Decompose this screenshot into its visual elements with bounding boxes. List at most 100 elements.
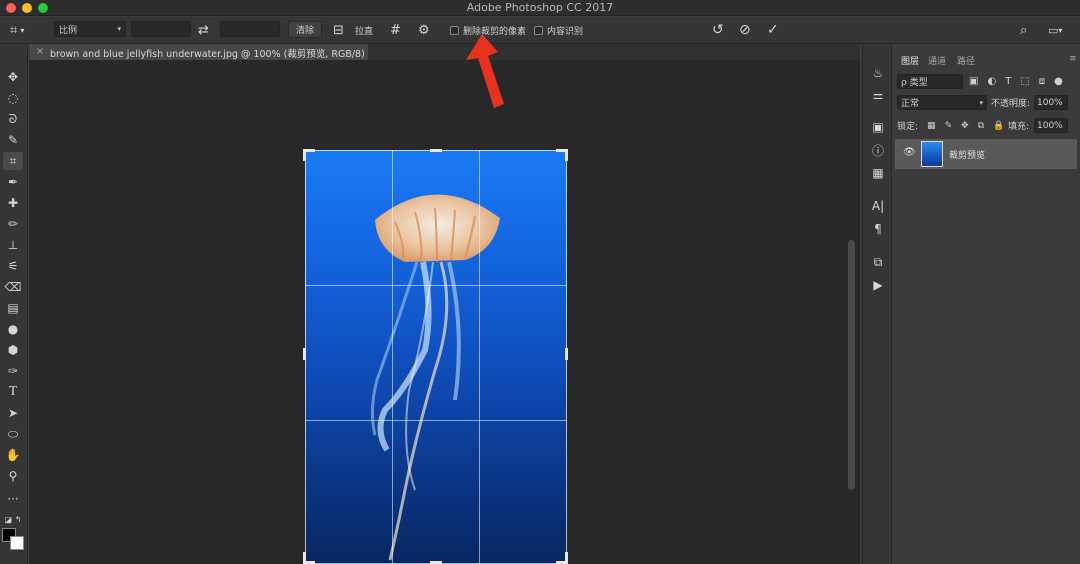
tab-paths[interactable]: 路径	[957, 54, 975, 67]
type-filter-icon[interactable]: T	[1005, 76, 1011, 87]
layer-row[interactable]: 👁 裁剪预览	[895, 139, 1077, 169]
panel-tabs: 图层 通道 路径 ≡	[893, 52, 1080, 68]
height-input[interactable]	[220, 21, 280, 37]
chevron-down-icon: ▾	[117, 25, 121, 33]
swap-colors-icon[interactable]: ◪ ↰	[3, 510, 23, 528]
eye-icon[interactable]: 👁	[903, 147, 916, 158]
layers-panel: 图层 通道 路径 ≡ ρ 类型 ▣ ◐ T ⬚ ⧈ ● 正常 ▾ 不透明度: 1…	[893, 44, 1080, 564]
crop-tool-icon[interactable]: ⌗	[3, 152, 23, 170]
adjustments-icon[interactable]: ⚌	[869, 86, 887, 104]
chevron-down-icon: ▾	[979, 98, 983, 107]
swap-icon[interactable]: ⇄	[198, 21, 209, 39]
options-bar: ⌗ ▾ 比例 ▾ ⇄ 清除 ⊟ 拉直 # ⚙ 删除裁剪的像素 内容识别 ↺ ⊘ ✓…	[0, 17, 1080, 44]
layer-name: 裁剪预览	[949, 151, 986, 161]
shape-filter-icon[interactable]: ⬚	[1020, 76, 1029, 87]
annotation-arrow-icon	[466, 34, 504, 108]
crop-tool-icon[interactable]: ⌗ ▾	[10, 21, 24, 39]
history-icon[interactable]: ⧉	[869, 253, 887, 271]
actions-play-icon[interactable]: ▶	[869, 276, 887, 294]
crop-frame[interactable]	[305, 150, 567, 564]
panel-menu-icon[interactable]: ≡	[1069, 54, 1077, 64]
straighten-icon[interactable]: ⊟	[333, 21, 344, 39]
ratio-dropdown[interactable]: 比例 ▾	[54, 21, 126, 37]
brush-tool-icon[interactable]: ✏	[3, 215, 23, 233]
lasso-tool-icon[interactable]: ᘐ	[3, 110, 23, 128]
quick-selection-tool-icon[interactable]: ✎	[3, 131, 23, 149]
dodge-tool-icon[interactable]: ⬢	[3, 341, 23, 359]
clear-button[interactable]: 清除	[288, 21, 323, 38]
clone-stamp-tool-icon[interactable]: ⊥	[3, 236, 23, 254]
adjustment-filter-icon[interactable]: ◐	[987, 76, 996, 87]
image-filter-icon[interactable]: ▣	[969, 76, 978, 87]
title-bar: Adobe Photoshop CC 2017	[0, 0, 1080, 16]
close-tab-icon[interactable]: ×	[36, 46, 44, 57]
overlay-grid-icon[interactable]: #	[390, 21, 401, 39]
smart-object-filter-icon[interactable]: ⧈	[1039, 76, 1045, 87]
vertical-scrollbar[interactable]	[848, 240, 855, 490]
gradient-tool-icon[interactable]: ▤	[3, 299, 23, 317]
crop-handle-top-left[interactable]	[303, 149, 306, 161]
lock-all-icon[interactable]: 🔒	[993, 121, 1004, 131]
ratio-label: 比例	[59, 25, 78, 36]
opacity-label: 不透明度:	[991, 99, 1031, 109]
tools-panel: ✥ ◌ ᘐ ✎ ⌗ ✒ ✚ ✏ ⊥ ⚟ ⌫ ▤ ● ⬢ ✑ T ➤ ⬭ ✋ ⚲ …	[0, 44, 28, 564]
lock-pixels-icon[interactable]: ✎	[945, 121, 953, 131]
panel-icon-strip: ♨ ⚌ ▣ ⓘ ▦ A| ¶ ⧉ ▶	[862, 44, 892, 564]
blur-tool-icon[interactable]: ●	[3, 320, 23, 338]
commit-checkmark-icon[interactable]: ✓	[767, 21, 779, 39]
character-icon[interactable]: A|	[869, 197, 887, 215]
fill-label: 填充:	[1008, 122, 1030, 132]
crop-handle-right[interactable]	[565, 348, 568, 360]
opacity-input[interactable]: 100%	[1034, 95, 1068, 110]
paragraph-icon[interactable]: ¶	[869, 220, 887, 238]
workspace-icon[interactable]: ▭ ▾	[1048, 21, 1062, 39]
background-color-swatch[interactable]	[10, 536, 24, 550]
more-tools-icon[interactable]: ···	[3, 490, 23, 508]
brush-settings-icon[interactable]: ♨	[869, 64, 887, 82]
crop-handle-left[interactable]	[303, 348, 306, 360]
type-tool-icon[interactable]: T	[3, 383, 23, 401]
move-tool-icon[interactable]: ✥	[3, 68, 23, 86]
marquee-tool-icon[interactable]: ◌	[3, 89, 23, 107]
crop-handle-top-right[interactable]	[565, 149, 568, 161]
eyedropper-tool-icon[interactable]: ✒	[3, 173, 23, 191]
width-input[interactable]	[131, 21, 191, 37]
history-brush-tool-icon[interactable]: ⚟	[3, 257, 23, 275]
reset-icon[interactable]: ↺	[712, 21, 724, 39]
content-aware-checkbox[interactable]: 内容识别	[534, 21, 583, 39]
lock-label: 锁定:	[897, 122, 919, 132]
path-selection-tool-icon[interactable]: ➤	[3, 404, 23, 422]
layer-kind-filter[interactable]: ρ 类型	[897, 74, 963, 89]
straighten-label[interactable]: 拉直	[355, 21, 373, 39]
info-icon[interactable]: ⓘ	[869, 141, 887, 159]
eraser-tool-icon[interactable]: ⌫	[3, 278, 23, 296]
checkbox-icon	[450, 25, 459, 35]
kind-filter-label: ρ 类型	[901, 78, 928, 88]
ellipse-tool-icon[interactable]: ⬭	[3, 425, 23, 443]
blend-mode-value: 正常	[901, 99, 920, 109]
document-tab[interactable]: × brown and blue jellyfish underwater.jp…	[30, 44, 368, 60]
crop-handle-top[interactable]	[430, 149, 442, 152]
lock-artboard-icon[interactable]: ⧉	[978, 121, 984, 131]
table-icon[interactable]: ▦	[869, 164, 887, 182]
search-icon[interactable]: ⌕	[1020, 21, 1027, 39]
cancel-icon[interactable]: ⊘	[739, 21, 751, 39]
pen-tool-icon[interactable]: ✑	[3, 362, 23, 380]
libraries-icon[interactable]: ▣	[869, 118, 887, 136]
tab-channels[interactable]: 通道	[928, 54, 946, 67]
hand-tool-icon[interactable]: ✋	[3, 446, 23, 464]
layer-thumbnail	[921, 141, 943, 167]
document-tab-title: brown and blue jellyfish underwater.jpg …	[50, 49, 365, 60]
fill-input[interactable]: 100%	[1034, 118, 1068, 133]
filter-toggle-icon[interactable]: ●	[1054, 76, 1063, 87]
checkbox-icon	[534, 25, 543, 35]
lock-position-icon[interactable]: ✥	[961, 121, 969, 131]
blend-mode-dropdown[interactable]: 正常 ▾	[897, 95, 987, 110]
window-title: Adobe Photoshop CC 2017	[466, 1, 614, 14]
zoom-tool-icon[interactable]: ⚲	[3, 467, 23, 485]
healing-brush-tool-icon[interactable]: ✚	[3, 194, 23, 212]
lock-transparency-icon[interactable]: ▦	[927, 121, 936, 131]
content-aware-label: 内容识别	[547, 26, 584, 37]
tab-layers[interactable]: 图层	[901, 54, 919, 67]
gear-icon[interactable]: ⚙	[418, 21, 430, 39]
